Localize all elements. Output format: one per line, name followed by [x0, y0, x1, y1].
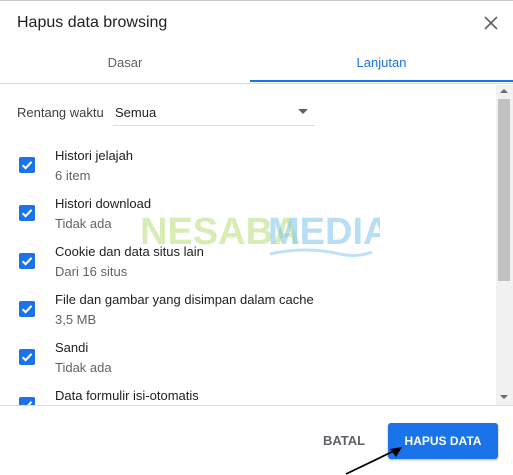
checkmark-icon	[21, 209, 33, 218]
item-subtitle: Dari 16 situs	[55, 264, 128, 279]
list-item-cookies: Cookie dan data situs lain Dari 16 situs	[0, 244, 496, 290]
item-title: Data formulir isi-otomatis	[55, 388, 199, 403]
checkbox-cookies[interactable]	[19, 253, 35, 269]
item-subtitle: Tidak ada	[55, 216, 112, 231]
tab-divider	[0, 83, 513, 84]
close-button[interactable]	[481, 13, 501, 33]
scrollbar[interactable]	[496, 85, 513, 405]
close-icon	[484, 16, 498, 30]
scrollbar-thumb[interactable]	[498, 99, 510, 281]
checkmark-icon	[21, 353, 33, 362]
list-item-cache: File dan gambar yang disimpan dalam cach…	[0, 292, 496, 338]
dropdown-arrow-icon	[298, 109, 308, 114]
item-title: Histori download	[55, 196, 152, 211]
checkbox-download-history[interactable]	[19, 205, 35, 221]
checkmark-icon	[21, 161, 33, 170]
item-title: Histori jelajah	[55, 148, 134, 163]
item-title: Cookie dan data situs lain	[55, 244, 204, 259]
checkbox-browsing-history[interactable]	[19, 157, 35, 173]
checkbox-passwords[interactable]	[19, 349, 35, 365]
dialog-content: Rentang waktu Semua Histori jelajah 6 it…	[0, 85, 496, 405]
cancel-button[interactable]: BATAL	[313, 423, 375, 459]
item-title: Sandi	[55, 340, 89, 355]
checkbox-autofill[interactable]	[19, 397, 35, 405]
active-tab-indicator	[250, 80, 513, 82]
footer-divider	[0, 405, 513, 406]
item-subtitle: Tidak ada	[55, 360, 112, 375]
scroll-down-arrow-icon[interactable]	[500, 395, 508, 399]
window-top-edge	[0, 0, 513, 1]
time-range-select[interactable]: Semua	[113, 97, 315, 126]
checkmark-icon	[21, 257, 33, 266]
list-item-browsing-history: Histori jelajah 6 item	[0, 148, 496, 194]
list-item-autofill: Data formulir isi-otomatis	[0, 388, 496, 405]
checkmark-icon	[22, 401, 33, 405]
checkmark-icon	[21, 305, 33, 314]
clear-data-button[interactable]: HAPUS DATA	[388, 423, 498, 459]
time-range-label: Rentang waktu	[17, 105, 104, 120]
item-subtitle: 3,5 MB	[55, 312, 97, 327]
item-subtitle: 6 item	[55, 168, 91, 183]
time-range-value: Semua	[115, 105, 157, 120]
tab-advanced[interactable]: Lanjutan	[250, 44, 513, 82]
dialog-title: Hapus data browsing	[17, 14, 168, 31]
tab-basic[interactable]: Dasar	[0, 44, 250, 82]
list-item-passwords: Sandi Tidak ada	[0, 340, 496, 386]
list-item-download-history: Histori download Tidak ada	[0, 196, 496, 242]
checkbox-cache[interactable]	[19, 301, 35, 317]
item-title: File dan gambar yang disimpan dalam cach…	[55, 292, 314, 307]
tab-bar: Dasar Lanjutan	[0, 44, 513, 84]
scroll-up-arrow-icon[interactable]	[500, 89, 508, 93]
